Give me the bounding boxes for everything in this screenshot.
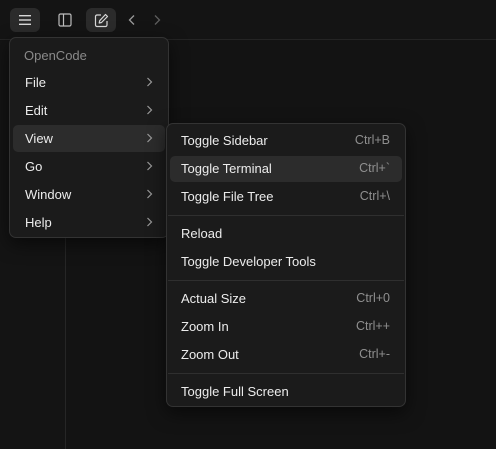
sidebar-toggle-icon (58, 13, 72, 27)
zoom-in-item[interactable]: Zoom In Ctrl++ (170, 314, 402, 340)
menu-separator (168, 373, 404, 374)
menu-item-label: Window (25, 187, 72, 202)
toggle-full-screen-item[interactable]: Toggle Full Screen (170, 379, 402, 405)
chevron-right-icon (147, 77, 153, 87)
new-session-button[interactable] (86, 8, 116, 32)
submenu-item-label: Toggle Terminal (181, 161, 272, 176)
zoom-out-item[interactable]: Zoom Out Ctrl+- (170, 342, 402, 368)
chevron-right-icon (147, 133, 153, 143)
chevron-right-icon (147, 189, 153, 199)
menu-item-label: Edit (25, 103, 48, 118)
menu-item-label: View (25, 131, 53, 146)
submenu-item-label: Reload (181, 226, 223, 241)
submenu-item-label: Toggle Sidebar (181, 133, 268, 148)
menu-item-label: Help (25, 215, 52, 230)
shortcut-label: Ctrl+` (359, 161, 390, 175)
toggle-terminal-item[interactable]: Toggle Terminal Ctrl+` (170, 156, 402, 182)
menu-item-window[interactable]: Window (13, 181, 165, 208)
menu-item-label: Go (25, 159, 43, 174)
submenu-item-label: Toggle Full Screen (181, 384, 289, 399)
menu-separator (168, 280, 404, 281)
menu-item-view[interactable]: View (13, 125, 165, 152)
submenu-item-label: Actual Size (181, 291, 247, 306)
back-icon (128, 15, 135, 25)
forward-icon (154, 15, 161, 25)
menu-header: OpenCode (24, 48, 87, 63)
chevron-right-icon (147, 161, 153, 171)
shortcut-label: Ctrl+\ (359, 189, 390, 203)
chevron-right-icon (147, 105, 153, 115)
toggle-file-tree-item[interactable]: Toggle File Tree Ctrl+\ (170, 184, 402, 210)
menu-icon (19, 15, 31, 25)
back-button[interactable] (118, 8, 146, 32)
forward-button[interactable] (143, 8, 171, 32)
menu-item-go[interactable]: Go (13, 153, 165, 180)
chevron-right-icon (147, 217, 153, 227)
menu-item-label: File (25, 75, 46, 90)
submenu-item-label: Zoom In (181, 319, 229, 334)
new-session-icon (94, 13, 108, 27)
view-submenu: Toggle Sidebar Ctrl+B Toggle Terminal Ct… (166, 123, 406, 407)
shortcut-label: Ctrl+0 (356, 291, 390, 305)
toggle-developer-tools-item[interactable]: Toggle Developer Tools (170, 249, 402, 275)
toggle-sidebar-item[interactable]: Toggle Sidebar Ctrl+B (170, 128, 402, 154)
top-toolbar (0, 0, 496, 40)
submenu-item-label: Zoom Out (181, 347, 239, 362)
sidebar-toggle-button[interactable] (50, 8, 80, 32)
shortcut-label: Ctrl++ (355, 319, 390, 333)
menu-item-edit[interactable]: Edit (13, 97, 165, 124)
menu-item-help[interactable]: Help (13, 209, 165, 236)
reload-item[interactable]: Reload (170, 221, 402, 247)
actual-size-item[interactable]: Actual Size Ctrl+0 (170, 286, 402, 312)
submenu-item-label: Toggle Developer Tools (181, 254, 316, 269)
shortcut-label: Ctrl+- (359, 347, 390, 361)
app-menu: OpenCode File Edit View Go Window Help (9, 37, 169, 238)
shortcut-label: Ctrl+B (354, 133, 390, 147)
submenu-item-label: Toggle File Tree (181, 189, 274, 204)
menu-separator (168, 215, 404, 216)
app-window: OpenCode File Edit View Go Window Help T (0, 0, 496, 449)
menu-item-file[interactable]: File (13, 69, 165, 96)
menu-button[interactable] (10, 8, 40, 32)
